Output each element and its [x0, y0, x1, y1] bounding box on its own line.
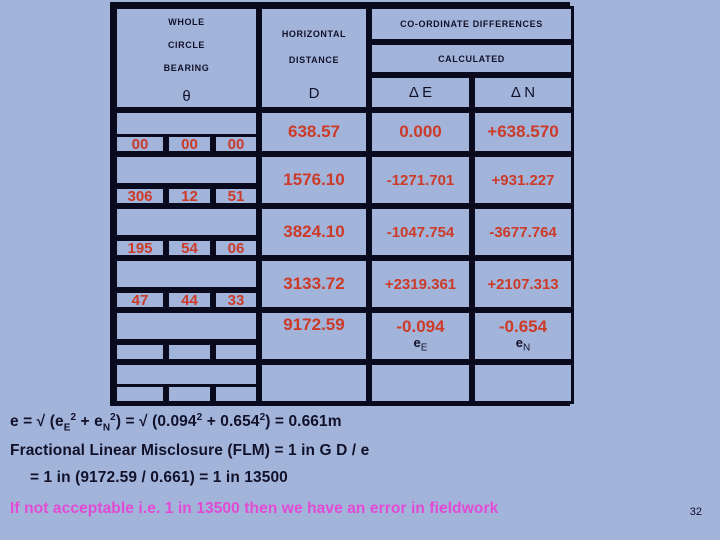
- distance-sum-value: 9172.59: [283, 315, 345, 334]
- table-row-2-degrees: 306: [114, 186, 166, 206]
- table-row-3-delta-e: -1047.754: [369, 206, 472, 258]
- error-e-label: eE: [413, 334, 428, 354]
- header-coordinate-differences-label: CO-ORDINATE DIFFERENCES: [400, 19, 543, 29]
- page-number: 32: [689, 506, 702, 518]
- header-wcb-symbol-theta: θ: [182, 88, 191, 105]
- header-delta-e-label: Δ E: [408, 84, 433, 101]
- error-n-label: eN: [515, 334, 531, 354]
- header-wcb-line-1: WHOLE: [168, 17, 205, 27]
- distance-sum-cell: 9172.59: [259, 310, 369, 362]
- table-row-1-delta-e: 0.000: [369, 110, 472, 154]
- table-row-2-delta-e: -1271.701: [369, 154, 472, 206]
- table-row-1-distance: 638.57: [259, 110, 369, 154]
- table-row-2-minutes: 12: [166, 186, 213, 206]
- table-row-2-delta-n: +931.227: [472, 154, 574, 206]
- error-e-cell: -0.094 eE: [369, 310, 472, 362]
- header-wcb-line-2: CIRCLE: [167, 40, 206, 50]
- header-calculated-label: CALCULATED: [438, 53, 505, 64]
- table-row-3-degrees: 195: [114, 238, 166, 258]
- header-delta-e: Δ E: [369, 75, 472, 110]
- error-n-value: -0.654: [498, 317, 548, 337]
- header-whole-circle-bearing: WHOLE CIRCLE BEARING θ: [114, 6, 259, 110]
- table-row-totals-degrees: [114, 342, 166, 362]
- note-line-flm-definition: Fractional Linear Misclosure (FLM) = 1 i…: [10, 442, 370, 460]
- table-row-3-delta-n: -3677.764: [472, 206, 574, 258]
- table-row-4-delta-e: +2319.361: [369, 258, 472, 310]
- traverse-computation-table: WHOLE CIRCLE BEARING θ HORIZONTAL DISTAN…: [110, 2, 574, 406]
- table-row-4-distance: 3133.72: [259, 258, 369, 310]
- header-delta-n-label: Δ N: [510, 84, 536, 101]
- note-line-linear-misclosure-formula: e = √ (eE2 + eN2) = √ (0.0942 + 0.6542) …: [10, 412, 342, 434]
- header-distance-symbol-d: D: [308, 85, 320, 102]
- table-row-1-minutes: 00: [166, 134, 213, 154]
- note-line-flm-calculation: = 1 in (9172.59 / 0.661) = 1 in 13500: [30, 469, 288, 487]
- table-row-3-seconds: 06: [213, 238, 259, 258]
- table-row-4-bearing-spacer: [114, 258, 259, 290]
- note-line-acceptability-warning: If not acceptable i.e. 1 in 13500 then w…: [10, 500, 499, 518]
- table-row-empty-minutes: [166, 384, 213, 404]
- table-row-4-delta-n: +2107.313: [472, 258, 574, 310]
- table-row-4-minutes: 44: [166, 290, 213, 310]
- table-row-empty-distance: [259, 362, 369, 404]
- table-row-2-bearing-spacer: [114, 154, 259, 186]
- table-row-4-degrees: 47: [114, 290, 166, 310]
- table-row-1-bearing-spacer: [114, 110, 259, 137]
- table-row-empty-degrees: [114, 384, 166, 404]
- table-row-totals-seconds: [213, 342, 259, 362]
- table-row-2-seconds: 51: [213, 186, 259, 206]
- table-row-4-seconds: 33: [213, 290, 259, 310]
- header-wcb-line-3: BEARING: [163, 63, 210, 73]
- table-row-totals-minutes: [166, 342, 213, 362]
- error-n-cell: -0.654 eN: [472, 310, 574, 362]
- table-row-empty-seconds: [213, 384, 259, 404]
- table-row-3-minutes: 54: [166, 238, 213, 258]
- table-row-2-distance: 1576.10: [259, 154, 369, 206]
- header-coordinate-differences: CO-ORDINATE DIFFERENCES: [369, 6, 574, 42]
- table-row-totals-bearing-spacer: [114, 310, 259, 342]
- header-horizontal-distance: HORIZONTAL DISTANCE D: [259, 6, 369, 110]
- header-delta-n: Δ N: [472, 75, 574, 110]
- table-row-empty-delta-e: [369, 362, 472, 404]
- header-distance-line-1: HORIZONTAL: [281, 29, 347, 39]
- table-row-3-distance: 3824.10: [259, 206, 369, 258]
- header-calculated: CALCULATED: [369, 42, 574, 75]
- table-row-empty-delta-n: [472, 362, 574, 404]
- table-row-3-bearing-spacer: [114, 206, 259, 238]
- misclosure-notes: e = √ (eE2 + eN2) = √ (0.0942 + 0.6542) …: [10, 412, 710, 527]
- header-distance-line-2: DISTANCE: [288, 55, 340, 65]
- table-row-1-seconds: 00: [213, 134, 259, 154]
- table-row-1-degrees: 00: [114, 134, 166, 154]
- table-row-1-delta-n: +638.570: [472, 110, 574, 154]
- error-e-value: -0.094: [396, 317, 445, 337]
